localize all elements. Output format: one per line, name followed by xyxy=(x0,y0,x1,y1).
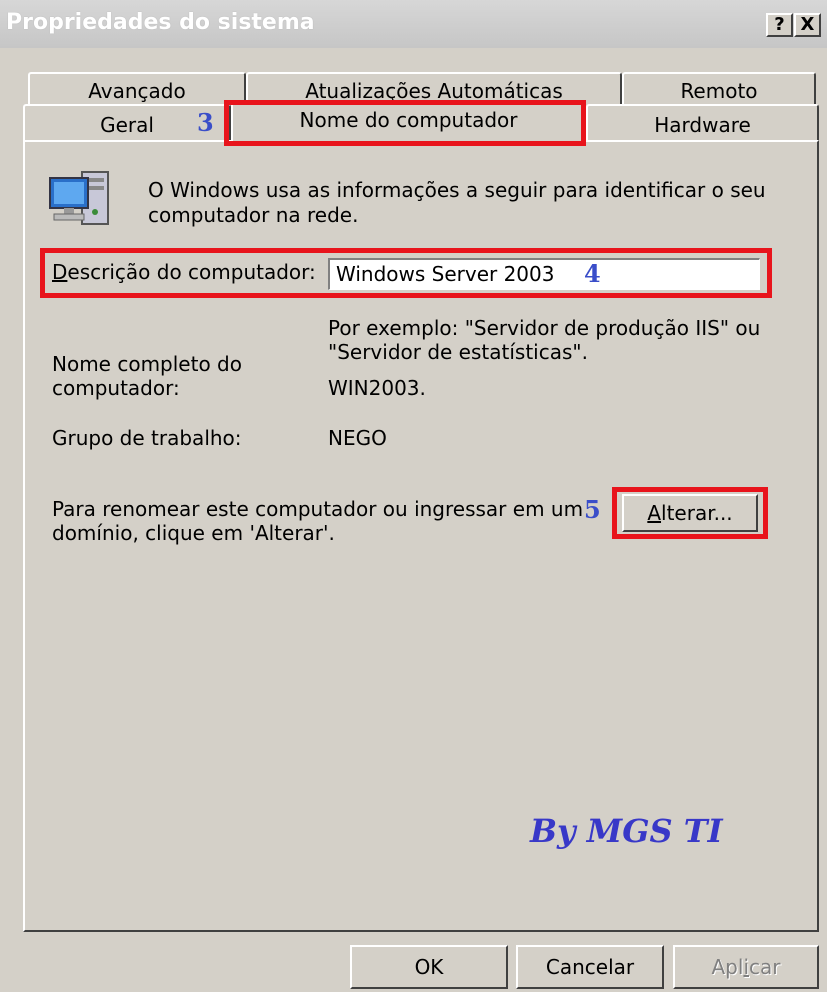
tab-remoto[interactable]: Remoto xyxy=(622,72,816,108)
rename-text-line1: Para renomear este computador ou ingress… xyxy=(52,497,584,521)
annotation-5: 5 xyxy=(584,495,601,524)
cancel-button[interactable]: Cancelar xyxy=(516,945,664,989)
window-title: Propriedades do sistema xyxy=(6,10,315,35)
example-text-line1: Por exemplo: "Servidor de produção IIS" … xyxy=(328,316,761,340)
signature-watermark: By MGS TI xyxy=(530,812,723,850)
tab-avancado[interactable]: Avançado xyxy=(28,72,246,108)
title-bar: Propriedades do sistema ? X xyxy=(0,0,827,48)
workgroup-label: Grupo de trabalho: xyxy=(52,426,242,450)
close-button[interactable]: X xyxy=(794,13,821,37)
full-name-value: WIN2003. xyxy=(328,376,426,400)
info-text-line1: O Windows usa as informações a seguir pa… xyxy=(148,178,766,202)
highlight-change-box xyxy=(612,487,768,539)
rename-text-line2: domínio, clique em 'Alterar'. xyxy=(52,521,335,545)
annotation-3: 3 xyxy=(197,108,214,137)
full-name-label-line2: computador: xyxy=(52,376,180,400)
tab-hardware[interactable]: Hardware xyxy=(586,104,819,142)
ok-button[interactable]: OK xyxy=(350,945,508,989)
computer-icon xyxy=(38,168,118,234)
highlight-description-box xyxy=(40,248,772,298)
workgroup-value: NEGO xyxy=(328,426,387,450)
example-text-line2: "Servidor de estatísticas". xyxy=(328,340,588,364)
apply-button[interactable]: Aplicar xyxy=(673,945,819,989)
full-name-label-line1: Nome completo do xyxy=(52,352,242,376)
info-text-line2: computador na rede. xyxy=(148,203,359,227)
highlight-tab-box xyxy=(224,100,586,146)
help-button[interactable]: ? xyxy=(766,13,793,37)
